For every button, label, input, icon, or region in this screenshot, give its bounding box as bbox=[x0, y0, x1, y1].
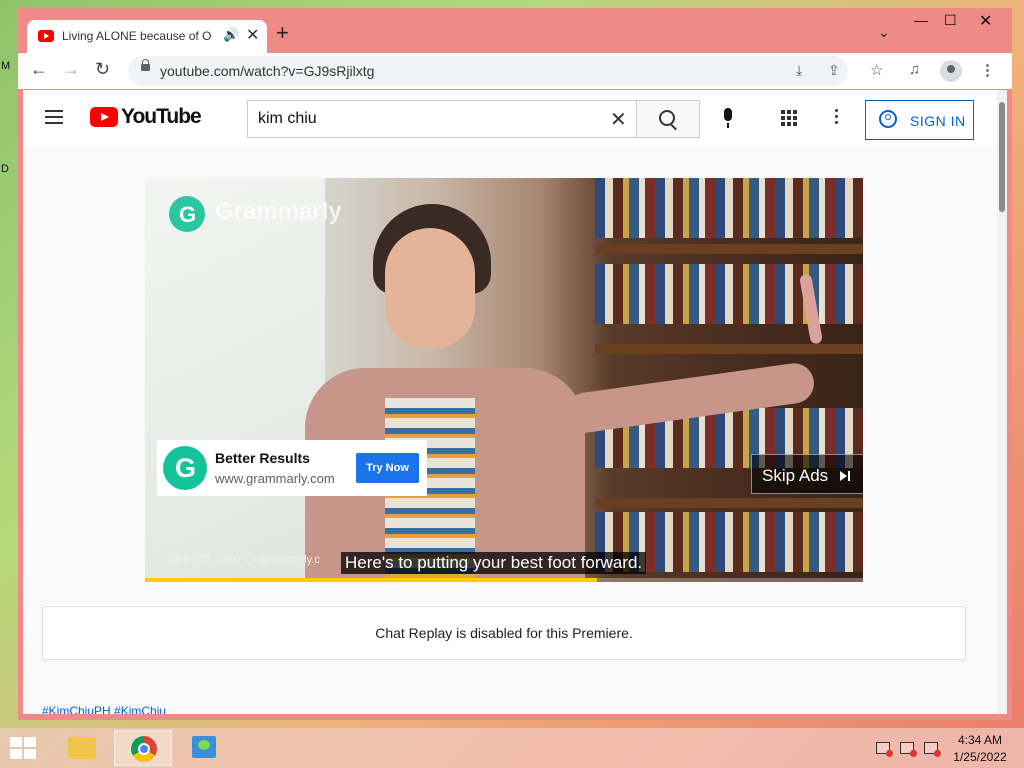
browser-toolbar: ← → ↻ youtube.com/watch?v=GJ9sRjilxtg ⤓ … bbox=[18, 53, 1012, 89]
tab-title: Living ALONE because of Omicron bbox=[62, 29, 212, 43]
sign-in-button[interactable]: SIGN IN bbox=[865, 100, 974, 140]
clock-time: 4:34 AM bbox=[957, 733, 1003, 747]
reload-icon[interactable]: ↻ bbox=[95, 59, 110, 80]
search-box: ✕ bbox=[247, 100, 637, 138]
video-shelf bbox=[595, 244, 863, 254]
lock-icon bbox=[141, 59, 150, 71]
media-control-icon[interactable]: ♫ bbox=[909, 61, 920, 78]
taskbar-clock[interactable]: 4:34 AM 1/25/2022 bbox=[940, 732, 1020, 766]
youtube-header: YouTube ✕ SIGN IN bbox=[23, 90, 997, 146]
forward-arrow-icon[interactable]: → bbox=[62, 59, 80, 80]
grammarly-logo-icon bbox=[163, 446, 207, 490]
ad-counter: Ad 1 of 2 · 0:07 bbox=[167, 554, 243, 566]
video-shelf bbox=[595, 498, 863, 508]
search-input[interactable] bbox=[258, 108, 598, 130]
microphone-icon[interactable] bbox=[724, 108, 732, 128]
skip-next-icon bbox=[840, 471, 850, 481]
tab-strip: Living ALONE because of Omicron 🔊 ✕ + ⌄ … bbox=[18, 8, 1012, 53]
profile-avatar-icon[interactable] bbox=[940, 60, 962, 82]
web-page: YouTube ✕ SIGN IN bbox=[23, 90, 1007, 714]
skip-ads-button[interactable]: Skip Ads bbox=[751, 454, 863, 494]
grammarly-watermark-icon bbox=[169, 196, 205, 232]
sign-in-label: SIGN IN bbox=[910, 113, 966, 129]
video-player[interactable]: Grammarly Better Results www.grammarly.c… bbox=[145, 178, 863, 582]
try-now-button[interactable]: Try Now bbox=[356, 453, 419, 483]
ad-progress-fill bbox=[145, 578, 598, 582]
clear-search-icon[interactable]: ✕ bbox=[610, 107, 627, 132]
grammarly-watermark: Grammarly bbox=[215, 198, 342, 225]
desktop-icon-label: M bbox=[1, 60, 11, 72]
minimize-icon[interactable]: — bbox=[914, 12, 928, 28]
share-icon[interactable]: ⇪ bbox=[828, 62, 840, 79]
bookmark-star-icon[interactable]: ☆ bbox=[870, 61, 883, 79]
search-icon bbox=[659, 110, 675, 126]
install-icon[interactable]: ⤓ bbox=[796, 62, 802, 79]
taskbar-app[interactable] bbox=[176, 730, 234, 766]
volume-muted-icon[interactable] bbox=[924, 742, 941, 757]
ad-overlay-card[interactable]: Better Results www.grammarly.com Try Now bbox=[157, 440, 427, 496]
video-caption: Here's to putting your best foot forward… bbox=[341, 552, 647, 574]
windows-start-icon[interactable] bbox=[10, 737, 38, 759]
chat-replay-box: Chat Replay is disabled for this Premier… bbox=[42, 606, 966, 660]
network-icon[interactable] bbox=[900, 742, 917, 757]
desktop-icon-label: D bbox=[1, 163, 9, 175]
video-hashtags[interactable]: #KimChiuPH #KimChiu bbox=[42, 704, 166, 714]
youtube-logo-text[interactable]: YouTube bbox=[121, 105, 202, 129]
video-bookshelf bbox=[595, 264, 863, 324]
folder-icon bbox=[68, 737, 96, 759]
action-center-flag-icon[interactable] bbox=[876, 742, 893, 757]
video-shelf bbox=[595, 344, 863, 354]
video-person-head bbox=[385, 228, 475, 348]
settings-kebab-icon[interactable] bbox=[835, 109, 838, 127]
speaker-icon[interactable]: 🔊 bbox=[223, 27, 239, 43]
hamburger-menu-icon[interactable] bbox=[45, 110, 63, 124]
skip-ads-label: Skip Ads bbox=[762, 466, 829, 485]
tab-close-icon[interactable]: ✕ bbox=[246, 25, 259, 45]
windows-taskbar: 4:34 AM 1/25/2022 bbox=[0, 728, 1024, 768]
window-close-icon[interactable]: ✕ bbox=[979, 11, 992, 31]
scrollbar-thumb[interactable] bbox=[999, 102, 1005, 212]
ad-source[interactable]: grammarly.c bbox=[260, 554, 320, 566]
chat-replay-message: Chat Replay is disabled for this Premier… bbox=[375, 625, 633, 641]
youtube-favicon-icon bbox=[38, 30, 54, 42]
taskbar-file-explorer[interactable] bbox=[52, 730, 110, 766]
maximize-icon[interactable]: ☐ bbox=[944, 12, 957, 29]
chrome-icon bbox=[131, 736, 157, 762]
search-button[interactable] bbox=[637, 100, 700, 138]
new-tab-button[interactable]: + bbox=[276, 22, 289, 44]
clock-date: 1/25/2022 bbox=[953, 750, 1007, 764]
chrome-menu-icon[interactable]: ⋮ bbox=[980, 61, 995, 79]
browser-window: Living ALONE because of Omicron 🔊 ✕ + ⌄ … bbox=[18, 8, 1012, 720]
taskbar-chrome[interactable] bbox=[114, 730, 172, 766]
ad-title: Better Results bbox=[215, 450, 310, 466]
ad-url: www.grammarly.com bbox=[215, 471, 335, 486]
video-window-light bbox=[145, 178, 325, 582]
youtube-logo-icon[interactable] bbox=[90, 107, 118, 127]
address-bar[interactable]: youtube.com/watch?v=GJ9sRjilxtg ⤓ ⇪ bbox=[128, 56, 848, 86]
ad-info: Ad 1 of 2 · 0:07 grammarly.c bbox=[167, 554, 320, 566]
app-icon bbox=[192, 736, 216, 758]
ad-progress-bar[interactable] bbox=[145, 578, 863, 582]
page-scrollbar[interactable] bbox=[997, 90, 1007, 714]
back-arrow-icon[interactable]: ← bbox=[30, 59, 48, 80]
account-circle-icon bbox=[879, 110, 897, 128]
info-icon[interactable] bbox=[246, 554, 257, 564]
apps-grid-icon[interactable] bbox=[781, 110, 797, 126]
browser-tab[interactable]: Living ALONE because of Omicron 🔊 ✕ bbox=[27, 20, 267, 53]
tab-search-chevron-icon[interactable]: ⌄ bbox=[878, 24, 890, 41]
url-text: youtube.com/watch?v=GJ9sRjilxtg bbox=[160, 63, 375, 79]
video-bookshelf bbox=[595, 178, 863, 238]
